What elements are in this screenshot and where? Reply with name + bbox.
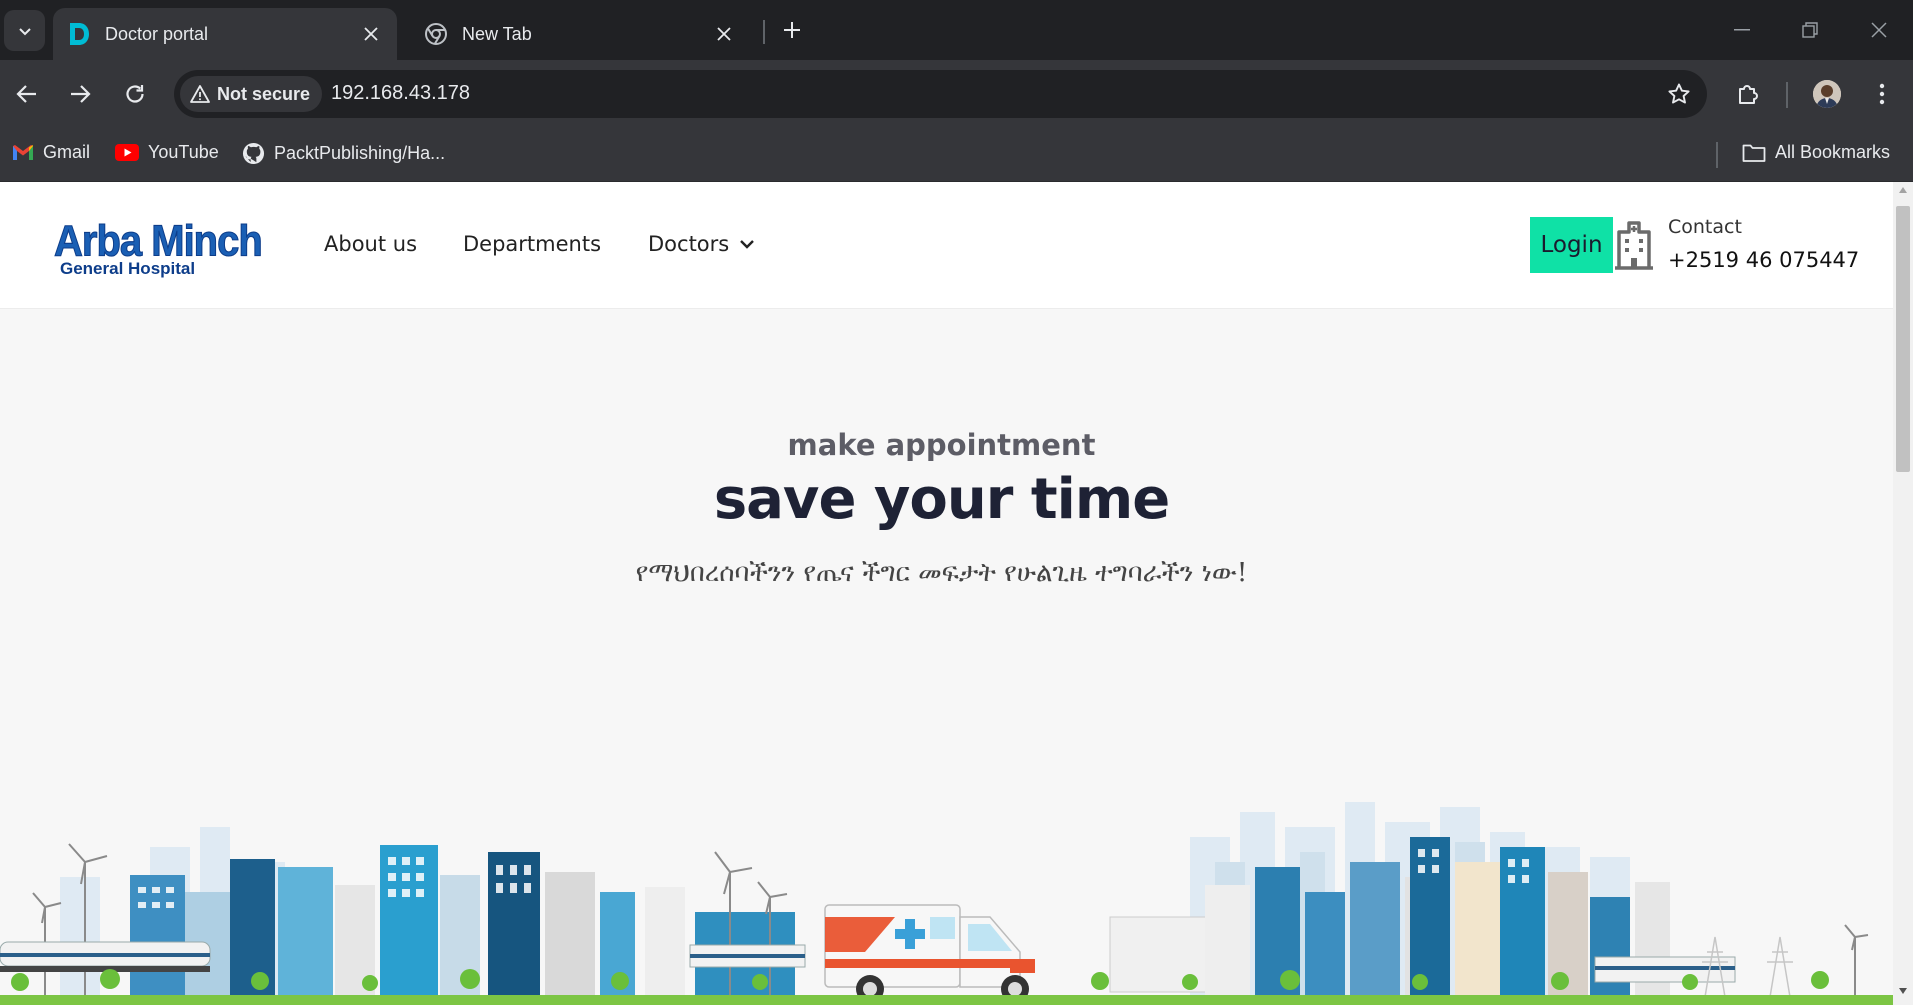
browser-tabstrip: Doctor portal New Tab <box>0 0 1913 60</box>
tab-title: Doctor portal <box>105 23 209 44</box>
tab-new-tab[interactable]: New Tab <box>410 8 750 60</box>
tab-title: New Tab <box>462 23 532 44</box>
ambulance-graphic <box>824 904 1035 1003</box>
site-header: Arba Minch General Hospital About us Dep… <box>0 182 1893 309</box>
forward-button[interactable] <box>59 73 101 115</box>
scrollbar-thumb[interactable] <box>1896 206 1910 472</box>
restore-button[interactable] <box>1777 0 1843 60</box>
contact-label: Contact <box>1668 216 1742 238</box>
hero-title: save your time <box>713 467 1170 532</box>
new-tab-button[interactable] <box>774 12 810 48</box>
triangle-down-icon <box>1899 988 1907 994</box>
arrow-right-icon <box>71 85 91 103</box>
bookmark-gmail[interactable]: Gmail <box>12 142 90 163</box>
hospital-logo[interactable]: Arba Minch General Hospital <box>54 217 264 280</box>
github-icon <box>242 142 265 165</box>
plus-icon <box>784 22 800 38</box>
close-icon[interactable] <box>710 20 738 48</box>
chevron-down-icon <box>18 27 31 35</box>
chevron-down-icon <box>740 240 755 249</box>
back-button[interactable] <box>6 73 48 115</box>
letter-d-icon <box>67 22 91 46</box>
puzzle-icon <box>1739 85 1758 104</box>
bookmark-label: PacktPublishing/Ha... <box>274 143 446 163</box>
bookmark-packt[interactable]: PacktPublishing/Ha... <box>242 142 445 165</box>
browser-menu-button[interactable] <box>1861 73 1903 115</box>
address-bar[interactable]: Not secure 192.168.43.178 <box>174 70 1707 118</box>
tab-search-button[interactable] <box>4 10 45 51</box>
warning-icon <box>190 85 210 103</box>
tab-divider <box>763 20 765 44</box>
security-label: Not secure <box>217 83 311 104</box>
bookmarks-divider <box>1716 142 1718 168</box>
nav-doctors-dropdown[interactable]: Doctors <box>648 232 755 256</box>
profile-button[interactable] <box>1806 73 1848 115</box>
triangle-up-icon <box>1899 187 1907 193</box>
hero-kicker: make appointment <box>787 428 1096 462</box>
page-viewport: Arba Minch General Hospital About us Dep… <box>0 182 1893 1005</box>
minimize-button[interactable] <box>1709 0 1775 60</box>
tab-doctor-portal[interactable]: Doctor portal <box>53 8 397 60</box>
all-bookmarks-label: All Bookmarks <box>1775 142 1891 162</box>
login-button[interactable]: Login <box>1530 217 1613 273</box>
extensions-button[interactable] <box>1727 73 1769 115</box>
nav-about-us[interactable]: About us <box>324 232 417 256</box>
nav-doctors-label: Doctors <box>648 232 730 256</box>
logo-line-1: Arba Minch <box>54 217 264 266</box>
youtube-icon <box>115 144 139 161</box>
page-scrollbar[interactable] <box>1893 182 1913 1005</box>
restore-icon <box>1802 22 1818 38</box>
scroll-down-arrow[interactable] <box>1893 987 1913 1001</box>
bookmark-star-button[interactable] <box>1663 78 1695 110</box>
bookmark-youtube[interactable]: YouTube <box>115 142 219 163</box>
kebab-menu-icon <box>1879 83 1885 105</box>
nav-departments[interactable]: Departments <box>463 232 601 256</box>
hospital-building-icon <box>1613 220 1655 270</box>
close-icon <box>1871 22 1887 38</box>
folder-icon <box>1742 144 1766 162</box>
bookmarks-bar: Gmail YouTube PacktPublishing/Ha... All … <box>0 128 1913 182</box>
scroll-up-arrow[interactable] <box>1893 186 1913 200</box>
reload-icon <box>126 85 144 103</box>
url-text[interactable]: 192.168.43.178 <box>331 82 470 105</box>
gmail-icon <box>13 145 33 160</box>
bookmark-label: YouTube <box>148 142 219 162</box>
site-info-chip[interactable]: Not secure <box>180 76 323 112</box>
reload-button[interactable] <box>114 73 156 115</box>
all-bookmarks-button[interactable]: All Bookmarks <box>1742 142 1890 163</box>
minimize-icon <box>1734 29 1750 31</box>
avatar <box>1813 80 1841 108</box>
city-skyline-illustration <box>0 802 1893 1005</box>
contact-phone[interactable]: +2519 46 075447 <box>1668 248 1859 272</box>
chrome-icon <box>424 22 448 46</box>
browser-toolbar: Not secure 192.168.43.178 <box>0 60 1913 128</box>
toolbar-divider <box>1786 82 1788 108</box>
window-close-button[interactable] <box>1846 0 1912 60</box>
bookmark-label: Gmail <box>43 142 91 162</box>
close-icon[interactable] <box>357 20 385 48</box>
arrow-left-icon <box>16 85 36 103</box>
star-icon <box>1668 83 1690 104</box>
hero-subtitle: የማህበረሰባችንን የጤና ችግር መፍታት የሁልጊዜ ተግባራችን ነው! <box>635 558 1248 588</box>
